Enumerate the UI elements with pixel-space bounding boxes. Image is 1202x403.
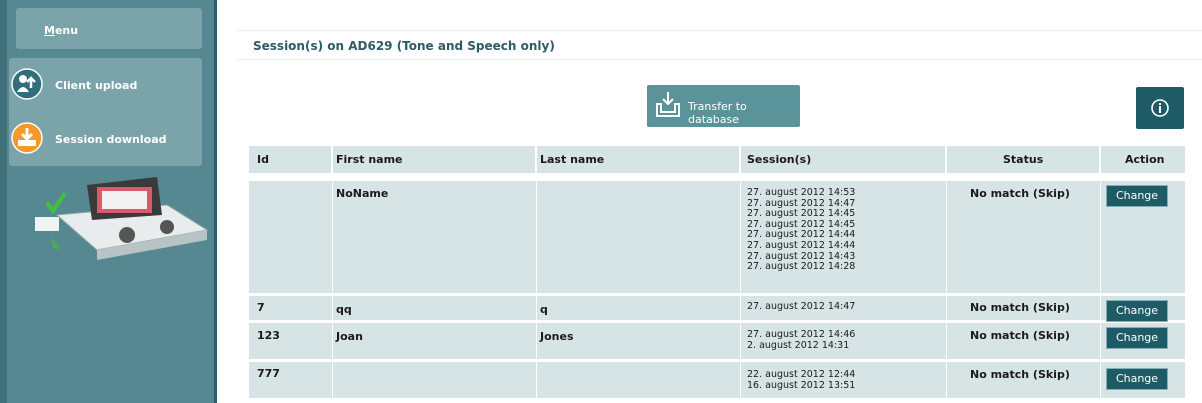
database-download-icon xyxy=(656,92,680,117)
sidebar-item-client-upload[interactable]: Client upload xyxy=(9,64,202,104)
page-title: Session(s) on AD629 (Tone and Speech onl… xyxy=(253,39,555,53)
transfer-button-label: Transfer to database xyxy=(688,100,747,126)
cell-first-name xyxy=(332,362,537,398)
cell-last-name: Jones xyxy=(536,323,741,359)
cell-status: No match (Skip) xyxy=(946,296,1101,320)
cell-sessions: 27. august 2012 14:46 2. august 2012 14:… xyxy=(740,323,947,359)
session-entry: 27. august 2012 14:47 xyxy=(747,301,856,312)
status-badge: No match (Skip) xyxy=(970,329,1070,342)
cell-first-name: qq xyxy=(332,296,537,320)
cell-status: No match (Skip) xyxy=(946,181,1101,293)
change-button[interactable]: Change xyxy=(1106,185,1168,207)
menu-button[interactable]: Menu xyxy=(16,8,202,49)
cell-last-name xyxy=(536,181,741,293)
info-icon xyxy=(1151,99,1169,117)
change-button[interactable]: Change xyxy=(1106,327,1168,349)
sidebar-divider xyxy=(214,0,217,403)
table-row: 777 22. august 2012 12:44 16. august 201… xyxy=(249,362,1185,398)
session-entry: 22. august 2012 12:44 xyxy=(747,369,856,380)
change-button[interactable]: Change xyxy=(1106,300,1168,322)
panel-header: Session(s) on AD629 (Tone and Speech onl… xyxy=(237,30,1202,60)
session-entry: 16. august 2012 13:51 xyxy=(747,379,856,391)
window-left-edge xyxy=(0,0,7,403)
sidebar-item-session-download[interactable]: Session download xyxy=(9,118,202,158)
client-upload-icon xyxy=(11,68,43,100)
menu-label: Menu xyxy=(44,24,79,37)
info-button[interactable] xyxy=(1136,87,1184,129)
table-row: 7 qq q 27. august 2012 14:47 No match (S… xyxy=(249,296,1185,322)
cell-status: No match (Skip) xyxy=(946,323,1101,359)
audiometer-device-icon xyxy=(35,177,209,260)
cell-sessions: 27. august 2012 14:53 27. august 2012 14… xyxy=(740,181,947,293)
session-entry: 27. august 2012 14:44 xyxy=(747,239,856,251)
sidebar-nav: Client upload Session download xyxy=(9,58,202,166)
main-panel: Session(s) on AD629 (Tone and Speech onl… xyxy=(237,30,1202,403)
cell-sessions: 22. august 2012 12:44 16. august 2012 13… xyxy=(740,362,947,398)
column-header-status: Status xyxy=(947,146,1099,173)
status-badge: No match (Skip) xyxy=(970,368,1070,381)
table-row: NoName 27. august 2012 14:53 27. august … xyxy=(249,181,1185,293)
session-entry: 2. august 2012 14:31 xyxy=(747,339,850,351)
column-header-id: Id xyxy=(249,146,331,173)
cell-first-name: Joan xyxy=(332,323,537,359)
transfer-to-database-button[interactable]: Transfer to database xyxy=(647,85,800,127)
cell-id: 123 xyxy=(249,323,333,359)
session-entry: 27. august 2012 14:46 xyxy=(747,329,856,340)
cell-id xyxy=(249,181,333,293)
session-download-icon xyxy=(11,122,43,154)
sidebar: Menu Client upload Session download xyxy=(7,0,217,403)
cell-status: No match (Skip) xyxy=(946,362,1101,398)
cell-last-name xyxy=(536,362,741,398)
status-badge: No match (Skip) xyxy=(970,301,1070,314)
sidebar-item-label: Session download xyxy=(55,133,167,146)
column-header-last-name: Last name xyxy=(537,146,739,173)
table-row: 123 Joan Jones 27. august 2012 14:46 2. … xyxy=(249,323,1185,359)
cell-first-name: NoName xyxy=(332,181,537,293)
sidebar-item-label: Client upload xyxy=(55,79,138,92)
column-header-sessions: Session(s) xyxy=(741,146,945,173)
status-badge: No match (Skip) xyxy=(970,187,1070,200)
cell-id: 777 xyxy=(249,362,333,398)
cell-id: 7 xyxy=(249,296,333,320)
session-entry: 27. august 2012 14:53 xyxy=(747,187,856,198)
change-button[interactable]: Change xyxy=(1106,368,1168,390)
cell-sessions: 27. august 2012 14:47 xyxy=(740,296,947,320)
column-header-first-name: First name xyxy=(333,146,535,173)
session-entry: 27. august 2012 14:28 xyxy=(747,261,856,273)
column-header-action: Action xyxy=(1101,146,1185,173)
cell-last-name: q xyxy=(536,296,741,320)
